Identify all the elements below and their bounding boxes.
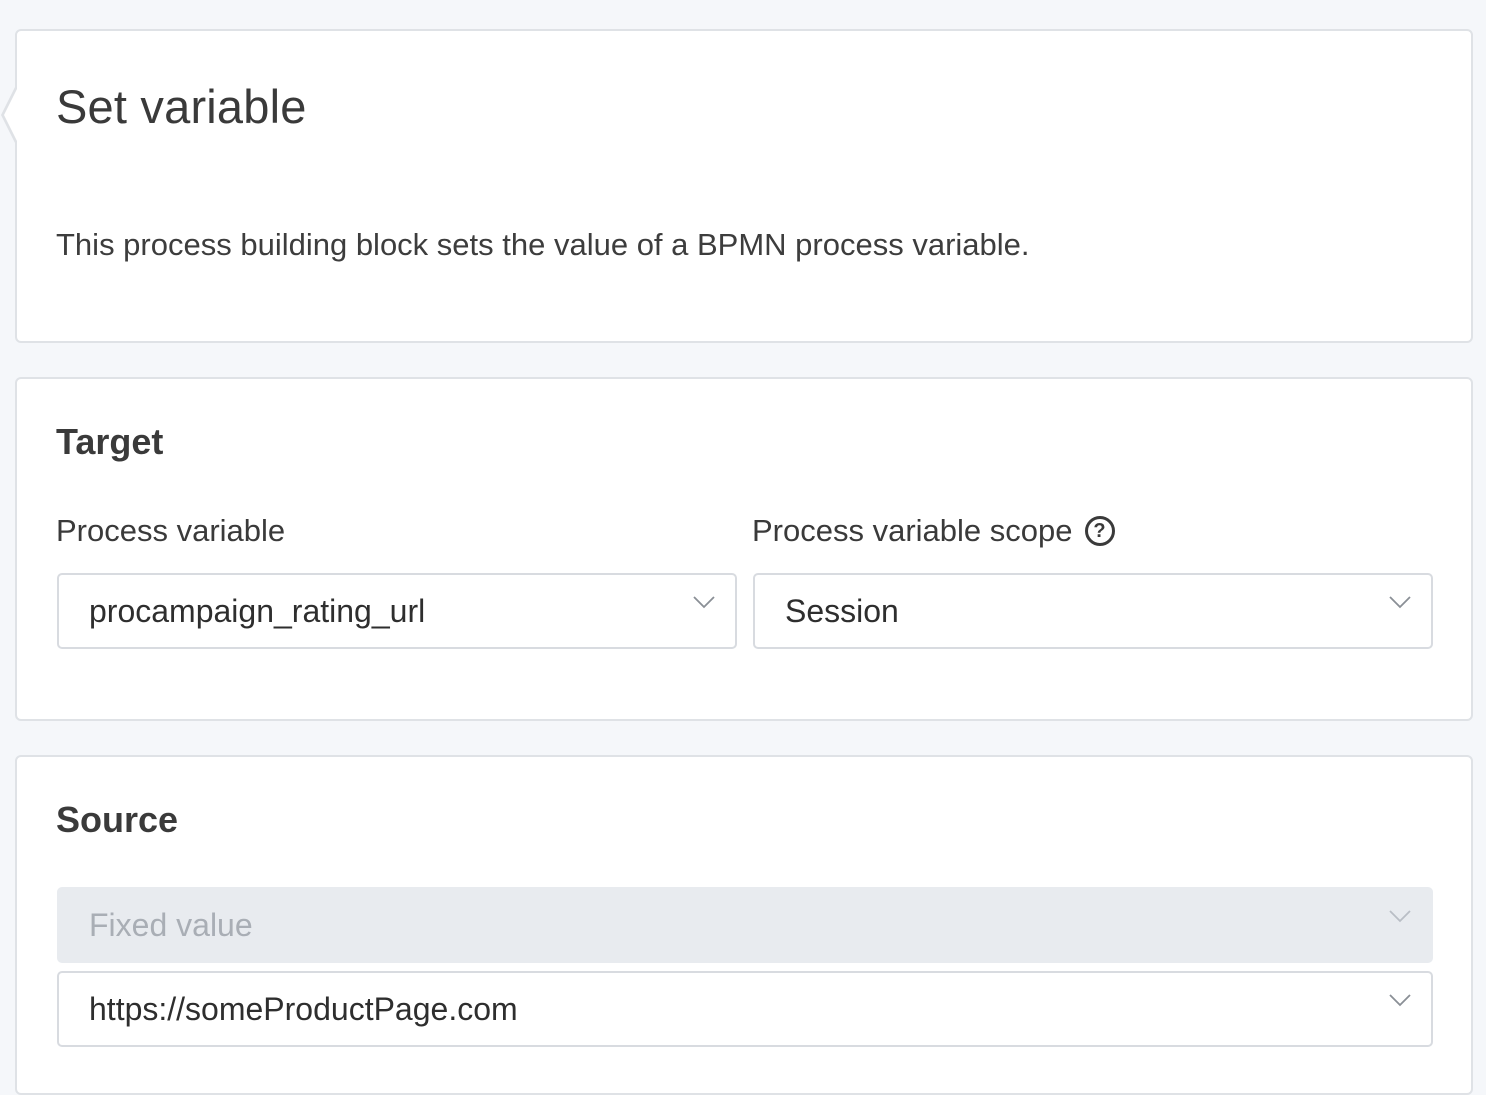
process-variable-label-text: Process variable bbox=[56, 513, 286, 548]
source-card: Source Fixed value https://someProductPa… bbox=[15, 755, 1473, 1095]
help-circle-icon[interactable]: ? bbox=[1084, 516, 1115, 546]
block-description: This process building block sets the val… bbox=[56, 227, 1030, 262]
source-type-select: Fixed value bbox=[57, 887, 1433, 963]
target-section-title: Target bbox=[56, 421, 164, 462]
scope-label-text: Process variable scope bbox=[752, 513, 1073, 548]
process-variable-select[interactable]: procampaign_rating_url bbox=[57, 573, 737, 649]
scope-value: Session bbox=[785, 592, 899, 629]
target-card: Target Process variable procampaign_rati… bbox=[15, 377, 1473, 721]
header-card: Set variable This process building block… bbox=[1, 29, 1473, 343]
process-variable-value: procampaign_rating_url bbox=[89, 592, 426, 629]
fixed-value-text: https://someProductPage.com bbox=[89, 990, 518, 1027]
chevron-down-icon bbox=[693, 595, 715, 615]
chevron-down-icon bbox=[1389, 909, 1411, 929]
fixed-value-select[interactable]: https://someProductPage.com bbox=[57, 971, 1433, 1047]
source-type-value: Fixed value bbox=[89, 906, 253, 943]
process-variable-scope-label: Process variable scope ? bbox=[752, 513, 1115, 549]
process-variable-label: Process variable bbox=[56, 513, 285, 549]
page-title: Set variable bbox=[56, 80, 307, 133]
source-section-title: Source bbox=[56, 799, 179, 840]
chevron-down-icon bbox=[1389, 595, 1411, 615]
chevron-down-icon bbox=[1389, 993, 1411, 1013]
process-variable-scope-select[interactable]: Session bbox=[753, 573, 1433, 649]
